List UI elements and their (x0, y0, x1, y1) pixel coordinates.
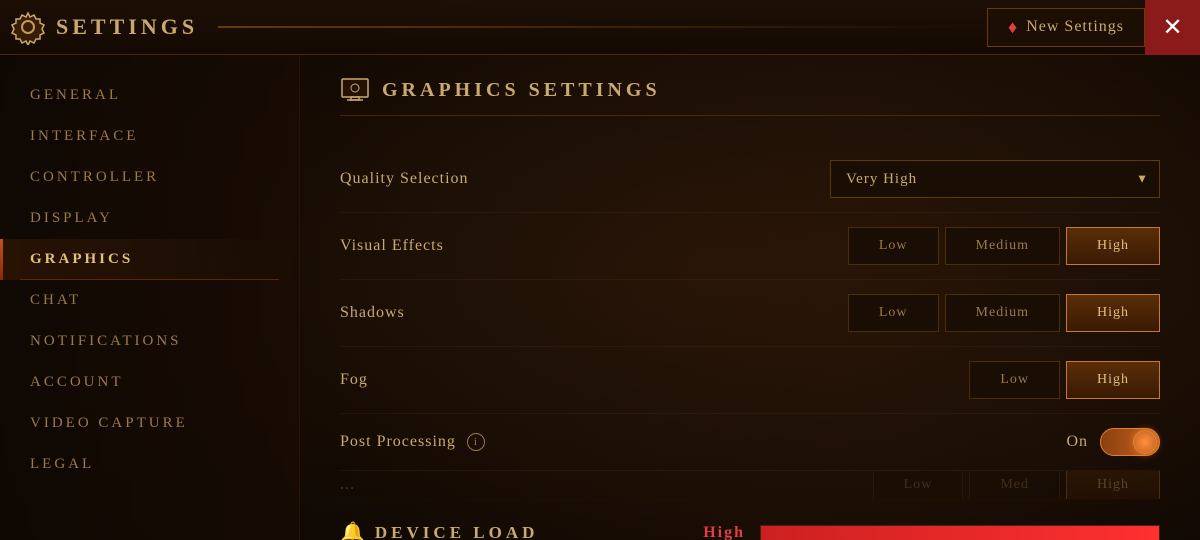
device-load-bar (760, 525, 1160, 540)
quality-dropdown[interactable]: Very High Low Medium High Ultra (830, 160, 1160, 198)
partial-btn-3[interactable]: High (1066, 471, 1160, 500)
diamond-icon: ♦ (1008, 17, 1018, 38)
device-load-bar-container: High (703, 524, 1160, 540)
sidebar-item-general[interactable]: GENERAL (0, 75, 299, 116)
toggle-track (1100, 428, 1160, 456)
device-load-header: 🔔 DEVICE LOAD (340, 520, 538, 540)
device-load-fill (761, 526, 1159, 540)
device-load-bell-icon: 🔔 (340, 520, 365, 540)
new-settings-label: New Settings (1026, 18, 1124, 36)
post-processing-toggle[interactable] (1100, 428, 1160, 456)
header-title: SETTINGS (56, 14, 198, 40)
quality-dropdown-wrapper: Very High Low Medium High Ultra ▼ (830, 160, 1160, 198)
main-container: SETTINGS ♦ New Settings ✕ GENERAL INTERF… (0, 0, 1200, 540)
shadows-medium-btn[interactable]: Medium (945, 294, 1060, 332)
close-icon: ✕ (1162, 13, 1182, 42)
settings-row-shadows: Shadows Low Medium High (340, 280, 1160, 347)
partial-btn-2[interactable]: Med (969, 471, 1060, 500)
fog-low-btn[interactable]: Low (969, 361, 1060, 399)
main-panel: GRAPHICS SETTINGS Quality Selection Very… (300, 55, 1200, 540)
shadows-low-btn[interactable]: Low (848, 294, 939, 332)
panel-header: GRAPHICS SETTINGS (340, 75, 1160, 116)
post-processing-label: Post Processing i (340, 433, 485, 451)
fog-control: Low High (969, 361, 1160, 399)
close-button[interactable]: ✕ (1145, 0, 1200, 55)
content-area: GENERAL INTERFACE CONTROLLER DISPLAY GRA… (0, 55, 1200, 540)
sidebar-item-graphics[interactable]: GRAPHICS (0, 239, 299, 280)
fog-high-btn[interactable]: High (1066, 361, 1160, 399)
shadows-label: Shadows (340, 304, 405, 322)
shadows-control: Low Medium High (848, 294, 1160, 332)
sidebar-item-video-capture[interactable]: VIDEO CAPTURE (0, 403, 299, 444)
device-load-level: High (703, 524, 745, 540)
visual-effects-low-btn[interactable]: Low (848, 227, 939, 265)
quality-label: Quality Selection (340, 170, 469, 188)
sidebar: GENERAL INTERFACE CONTROLLER DISPLAY GRA… (0, 55, 300, 540)
sidebar-item-account[interactable]: ACCOUNT (0, 362, 299, 403)
device-load-section: 🔔 DEVICE LOAD High (340, 500, 1160, 540)
sidebar-item-notifications[interactable]: NOTIFICATIONS (0, 321, 299, 362)
visual-effects-high-btn[interactable]: High (1066, 227, 1160, 265)
header-right: ♦ New Settings ✕ (987, 0, 1200, 55)
sidebar-item-chat[interactable]: CHAT (0, 280, 299, 321)
sidebar-item-controller[interactable]: CONTROLLER (0, 157, 299, 198)
header-bar: SETTINGS ♦ New Settings ✕ (0, 0, 1200, 55)
gear-icon (10, 9, 46, 45)
graphics-settings-icon (340, 75, 370, 105)
sidebar-item-display[interactable]: DISPLAY (0, 198, 299, 239)
settings-row-fog: Fog Low High (340, 347, 1160, 414)
visual-effects-label: Visual Effects (340, 237, 444, 255)
visual-effects-medium-btn[interactable]: Medium (945, 227, 1060, 265)
header-left: SETTINGS (10, 9, 198, 45)
settings-row-visual-effects: Visual Effects Low Medium High (340, 213, 1160, 280)
fog-label: Fog (340, 371, 368, 389)
post-processing-value: On (1066, 433, 1088, 451)
post-processing-control: On (1066, 428, 1160, 456)
quality-control: Very High Low Medium High Ultra ▼ (830, 160, 1160, 198)
shadows-high-btn[interactable]: High (1066, 294, 1160, 332)
sidebar-item-legal[interactable]: LEGAL (0, 444, 299, 485)
settings-row-quality: Quality Selection Very High Low Medium H… (340, 146, 1160, 213)
settings-row-partial: ... Low Med High (340, 471, 1160, 500)
post-processing-info-icon[interactable]: i (467, 433, 485, 451)
partial-btn-1[interactable]: Low (873, 471, 964, 500)
settings-row-post-processing: Post Processing i On (340, 414, 1160, 471)
panel-title: GRAPHICS SETTINGS (382, 79, 661, 102)
toggle-thumb (1133, 430, 1157, 454)
visual-effects-control: Low Medium High (848, 227, 1160, 265)
sidebar-item-interface[interactable]: INTERFACE (0, 116, 299, 157)
header-decoration (218, 26, 967, 28)
device-load-title: DEVICE LOAD (375, 523, 539, 540)
new-settings-button[interactable]: ♦ New Settings (987, 8, 1145, 47)
